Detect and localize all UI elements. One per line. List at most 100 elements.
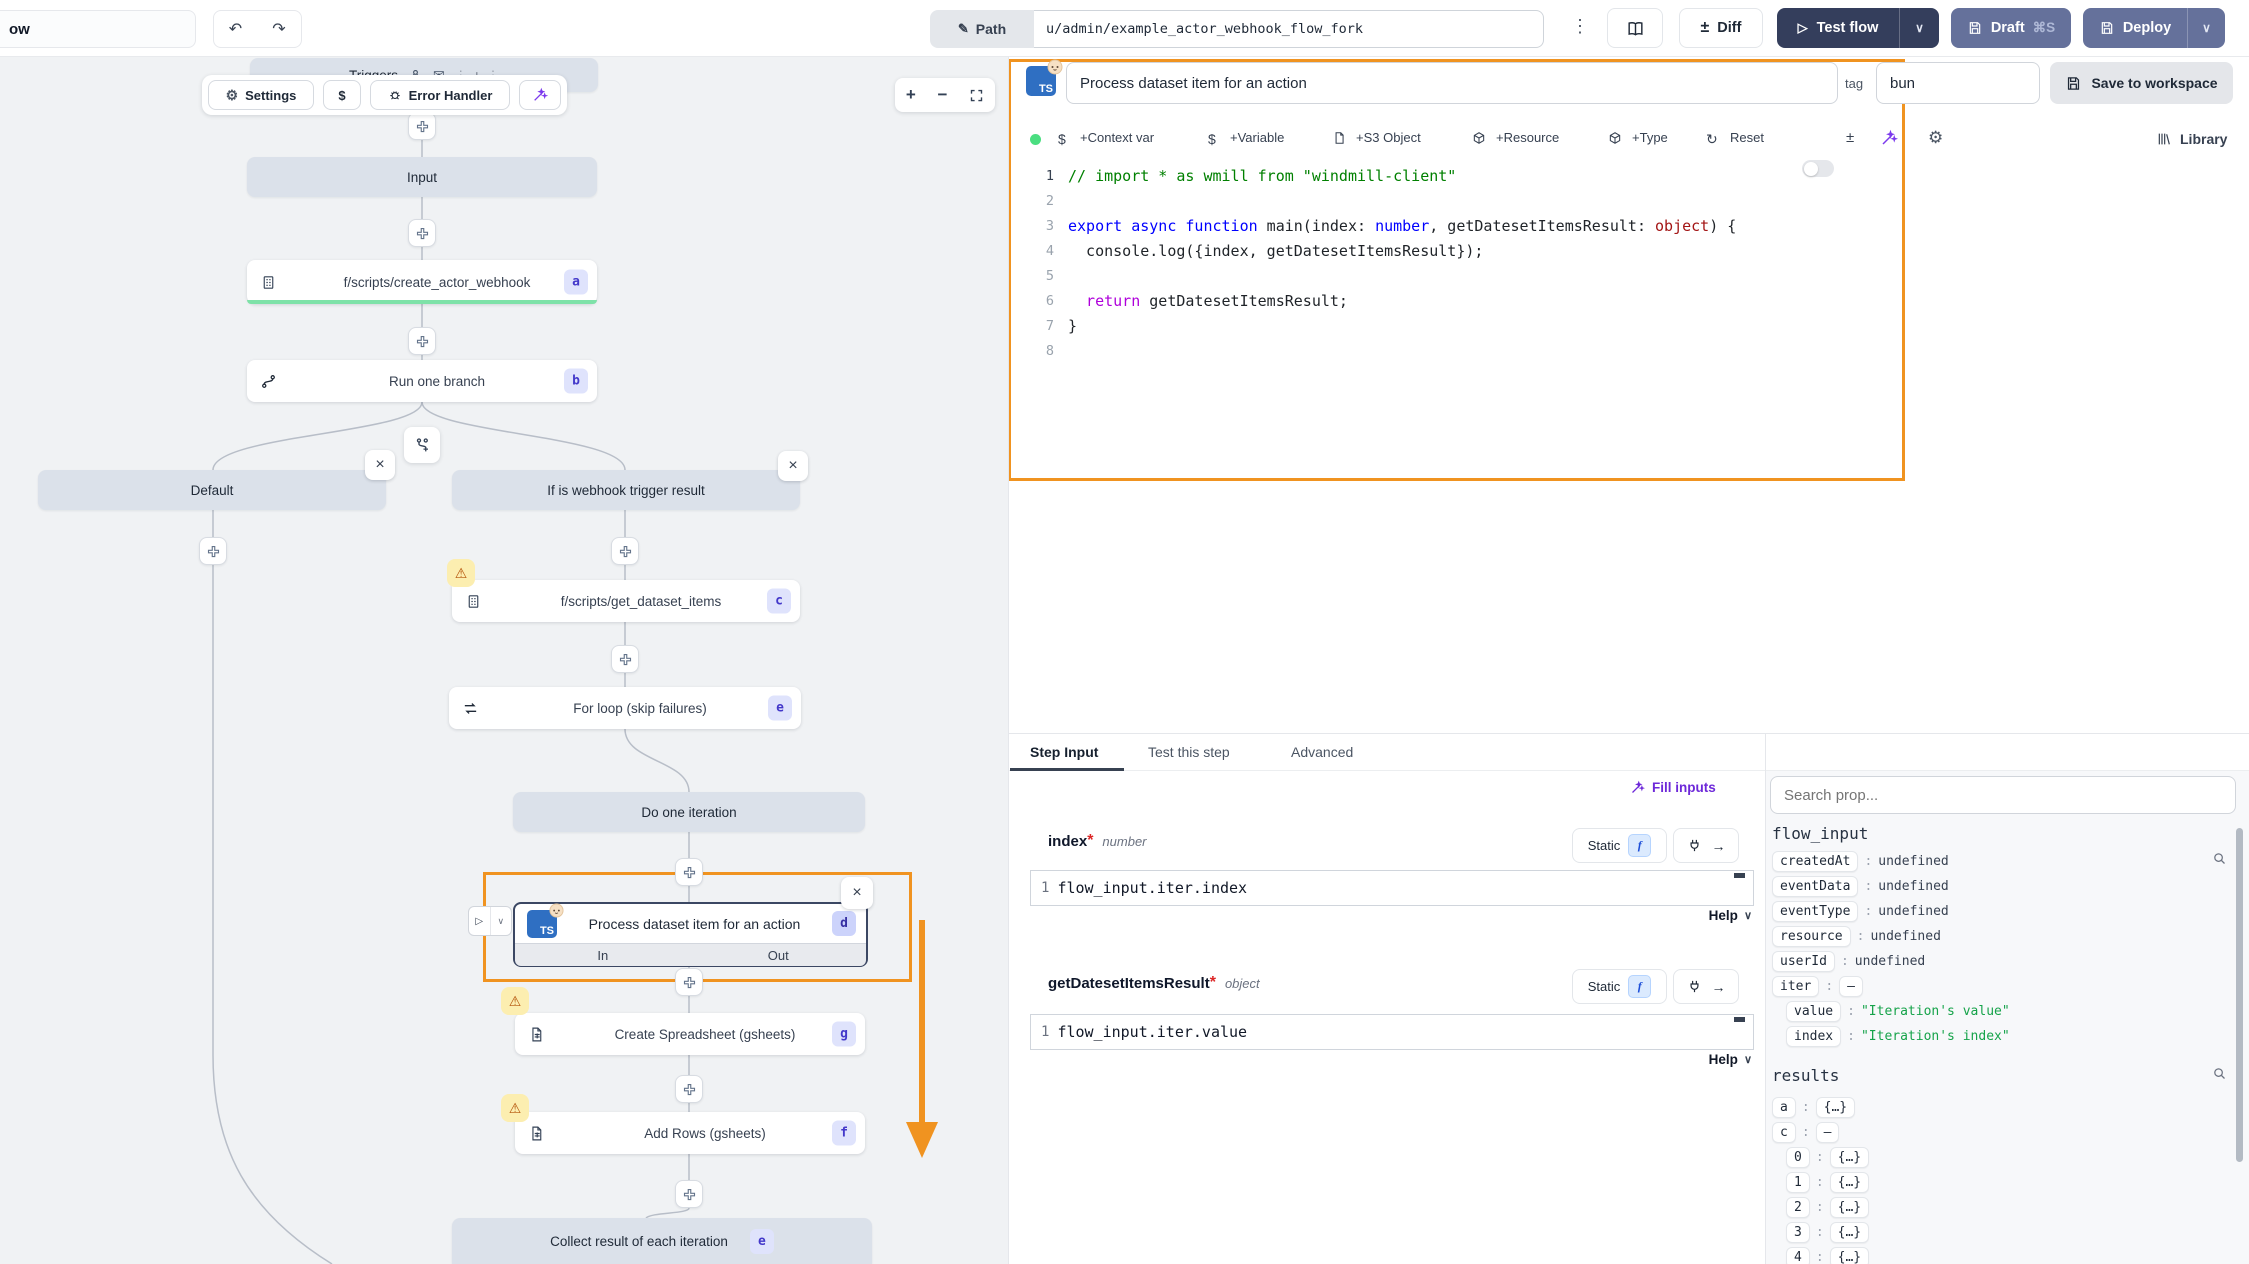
zoom-in-icon[interactable]: +: [906, 85, 916, 105]
diff-mode-toggle[interactable]: [1802, 160, 1834, 177]
fill-inputs-button[interactable]: Fill inputs: [1630, 780, 1716, 795]
flow-settings-button[interactable]: ⚙ Settings: [208, 80, 314, 110]
connect-input-buttons[interactable]: →: [1673, 828, 1739, 863]
prop-row[interactable]: index:"Iteration's index": [1786, 1026, 2010, 1047]
help-toggle[interactable]: Help ∨: [1680, 908, 1752, 923]
chevron-down-icon[interactable]: ∨: [1900, 21, 1939, 35]
node-out-tab[interactable]: Out: [691, 948, 867, 963]
insert-step-button[interactable]: [675, 858, 703, 886]
step-node-create-spreadsheet[interactable]: Create Spreadsheet (gsheets) g: [515, 1013, 865, 1055]
node-in-tab[interactable]: In: [515, 948, 691, 963]
step-node-add-rows[interactable]: Add Rows (gsheets) f: [515, 1112, 865, 1154]
input-mode-toggle[interactable]: Static f: [1572, 828, 1667, 863]
insert-step-button[interactable]: [675, 968, 703, 996]
insert-step-button[interactable]: [408, 327, 436, 355]
remove-branch-button[interactable]: ×: [778, 451, 808, 481]
branch-if-node[interactable]: If is webhook trigger result: [452, 470, 800, 510]
step-node-get-dataset-items[interactable]: f/scripts/get_dataset_items c: [452, 580, 800, 622]
expr-input-result[interactable]: 1 flow_input.iter.value: [1030, 1014, 1754, 1050]
add-branch-button[interactable]: [404, 427, 440, 463]
ai-wand-icon[interactable]: [1880, 129, 1898, 147]
diff-button[interactable]: ± Diff: [1679, 8, 1763, 48]
path-input[interactable]: [1034, 10, 1544, 48]
remove-branch-button[interactable]: ×: [365, 450, 395, 480]
add-s3-object-button[interactable]: +S3 Object: [1356, 130, 1421, 145]
branch-default-node[interactable]: Default: [38, 470, 386, 510]
connect-input-buttons[interactable]: →: [1673, 969, 1739, 1004]
add-type-button[interactable]: +Type: [1632, 130, 1668, 145]
input-node[interactable]: Input: [247, 157, 597, 197]
result-row[interactable]: 1:{…}: [1786, 1172, 1869, 1193]
add-resource-button[interactable]: +Resource: [1496, 130, 1559, 145]
insert-step-button[interactable]: [611, 537, 639, 565]
tab-advanced[interactable]: Advanced: [1291, 744, 1353, 760]
function-mode-icon[interactable]: f: [1628, 975, 1651, 998]
result-row[interactable]: 3:{…}: [1786, 1222, 1869, 1243]
tag-input[interactable]: [1876, 62, 2040, 104]
arrow-right-icon[interactable]: →: [1712, 838, 1726, 854]
help-toggle[interactable]: Help ∨: [1680, 1052, 1752, 1067]
step-node-create-actor-webhook[interactable]: f/scripts/create_actor_webhook a: [247, 260, 597, 304]
remove-step-button[interactable]: ×: [841, 877, 873, 909]
input-mode-toggle[interactable]: Static f: [1572, 969, 1667, 1004]
insert-step-button[interactable]: [675, 1180, 703, 1208]
insert-step-button[interactable]: [199, 537, 227, 565]
tab-test-this-step[interactable]: Test this step: [1148, 744, 1230, 760]
zoom-out-icon[interactable]: −: [937, 85, 947, 105]
plus-minus-icon[interactable]: ±: [1846, 129, 1854, 146]
kebab-menu-icon[interactable]: ⋮: [1571, 16, 1589, 37]
prop-row[interactable]: createdAt:undefined: [1772, 851, 1949, 872]
plug-icon[interactable]: [1687, 979, 1702, 994]
docs-button[interactable]: [1607, 8, 1663, 48]
redo-button[interactable]: ↷: [257, 10, 302, 48]
step-node-process-dataset-item[interactable]: TS Process dataset item for an action d …: [513, 902, 868, 967]
prop-row[interactable]: resource:undefined: [1772, 926, 1941, 947]
reset-button[interactable]: Reset: [1730, 130, 1764, 145]
result-row[interactable]: c:–: [1772, 1122, 1839, 1143]
insert-step-button[interactable]: [408, 219, 436, 247]
error-handler-button[interactable]: Error Handler: [370, 80, 510, 110]
step-node-for-loop[interactable]: For loop (skip failures) e: [449, 687, 801, 729]
test-flow-button[interactable]: ▷ Test flow ∨: [1777, 8, 1939, 48]
function-mode-icon[interactable]: f: [1628, 834, 1651, 857]
plug-icon[interactable]: [1687, 838, 1702, 853]
add-context-var-button[interactable]: +Context var: [1080, 130, 1154, 145]
deploy-button[interactable]: Deploy ∨: [2083, 8, 2225, 48]
collect-result-node[interactable]: Collect result of each iteration e: [452, 1218, 872, 1264]
search-icon[interactable]: [2212, 1066, 2227, 1081]
prop-row[interactable]: value:"Iteration's value": [1786, 1001, 2010, 1022]
add-variable-button[interactable]: +Variable: [1230, 130, 1284, 145]
save-to-workspace-button[interactable]: Save to workspace: [2050, 62, 2233, 104]
iteration-node[interactable]: Do one iteration: [513, 792, 865, 832]
code-editor[interactable]: [1011, 162, 1902, 478]
results-section-title[interactable]: results: [1772, 1066, 1839, 1085]
step-title-input[interactable]: [1066, 62, 1838, 104]
run-step-button[interactable]: ▷ ∨: [468, 906, 512, 936]
step-node-run-one-branch[interactable]: Run one branch b: [247, 360, 597, 402]
search-prop-input[interactable]: [1770, 776, 2236, 814]
search-icon[interactable]: [2212, 851, 2227, 866]
editor-settings-icon[interactable]: ⚙: [1928, 128, 1943, 148]
library-button[interactable]: Library: [2180, 131, 2227, 147]
chevron-down-icon[interactable]: ∨: [2188, 21, 2225, 35]
props-scrollbar[interactable]: [2236, 828, 2243, 1162]
expr-input-index[interactable]: 1 flow_input.iter.index: [1030, 870, 1754, 906]
tab-step-input[interactable]: Step Input: [1030, 744, 1098, 760]
draft-button[interactable]: Draft ⌘S: [1951, 8, 2071, 48]
ai-flow-button[interactable]: [519, 80, 561, 110]
flow-static-inputs-button[interactable]: $: [323, 80, 361, 110]
result-row[interactable]: 2:{…}: [1786, 1197, 1869, 1218]
flow-summary-input[interactable]: [0, 10, 196, 48]
result-row[interactable]: 4:{…}: [1786, 1247, 1869, 1264]
prop-row[interactable]: eventData:undefined: [1772, 876, 1949, 897]
flow-input-section-title[interactable]: flow_input: [1772, 824, 1868, 843]
prop-row[interactable]: userId:undefined: [1772, 951, 1925, 972]
prop-row[interactable]: iter:–: [1772, 976, 1863, 997]
undo-button[interactable]: ↶: [213, 10, 258, 48]
arrow-right-icon[interactable]: →: [1712, 979, 1726, 995]
prop-row[interactable]: eventType:undefined: [1772, 901, 1949, 922]
insert-step-button[interactable]: [408, 112, 436, 140]
insert-step-button[interactable]: [675, 1075, 703, 1103]
fit-view-icon[interactable]: [969, 88, 984, 103]
result-row[interactable]: 0:{…}: [1786, 1147, 1869, 1168]
